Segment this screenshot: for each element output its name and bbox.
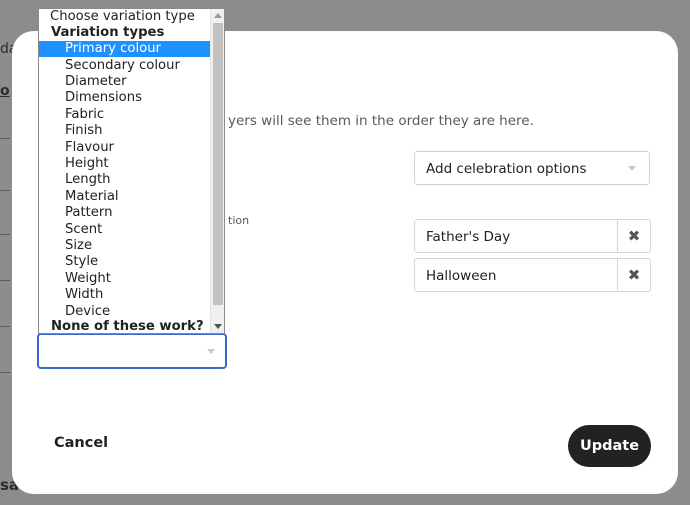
celebration-tag: Father's Day ✖ — [414, 219, 651, 253]
dropdown-option-weight[interactable]: Weight — [39, 271, 211, 287]
dropdown-option-dimensions[interactable]: Dimensions — [39, 90, 211, 106]
dropdown-option-finish[interactable]: Finish — [39, 123, 211, 139]
cancel-button[interactable]: Cancel — [54, 435, 108, 451]
close-icon[interactable]: ✖ — [618, 220, 650, 252]
background-text-fragment: o — [0, 83, 10, 99]
background-divider — [0, 280, 10, 281]
dropdown-option-size[interactable]: Size — [39, 238, 211, 254]
scroll-thumb[interactable] — [213, 23, 223, 305]
celebration-tag-label: Father's Day — [426, 229, 511, 245]
modal-hint: tion — [228, 214, 250, 227]
dropdown-footer-group[interactable]: None of these work? — [39, 319, 211, 333]
modal-description: yers will see them in the order they are… — [228, 113, 534, 129]
celebration-options-label: Add celebration options — [426, 161, 587, 177]
celebration-tag-label: Halloween — [426, 268, 497, 284]
background-divider — [0, 326, 10, 327]
dropdown-option-length[interactable]: Length — [39, 172, 211, 188]
chevron-down-icon — [628, 166, 636, 171]
dropdown-option-secondary-colour[interactable]: Secondary colour — [39, 58, 211, 74]
variation-type-dropdown[interactable]: Choose variation type Variation types Pr… — [38, 8, 225, 334]
dropdown-option-scent[interactable]: Scent — [39, 222, 211, 238]
dropdown-option-pattern[interactable]: Pattern — [39, 205, 211, 221]
variation-type-select[interactable] — [37, 333, 227, 369]
dropdown-option-material[interactable]: Material — [39, 189, 211, 205]
scroll-up-icon[interactable] — [214, 13, 222, 18]
dropdown-option-fabric[interactable]: Fabric — [39, 107, 211, 123]
scroll-down-icon[interactable] — [214, 324, 222, 329]
dropdown-scrollbar[interactable] — [210, 9, 224, 333]
celebration-options-select[interactable]: Add celebration options — [414, 151, 650, 185]
dropdown-option-flavour[interactable]: Flavour — [39, 140, 211, 156]
dropdown-option-height[interactable]: Height — [39, 156, 211, 172]
celebration-tag: Halloween ✖ — [414, 258, 651, 292]
dropdown-option-style[interactable]: Style — [39, 254, 211, 270]
close-icon[interactable]: ✖ — [618, 259, 650, 291]
dropdown-option-primary-colour[interactable]: Primary colour — [39, 41, 211, 57]
dropdown-group-label: Variation types — [51, 25, 165, 40]
dropdown-option-diameter[interactable]: Diameter — [39, 74, 211, 90]
update-button[interactable]: Update — [568, 425, 651, 467]
background-divider — [0, 190, 10, 191]
background-divider — [0, 234, 10, 235]
chevron-down-icon — [207, 349, 215, 354]
dropdown-placeholder-option[interactable]: Choose variation type — [39, 9, 211, 25]
background-divider — [0, 372, 10, 373]
dropdown-option-width[interactable]: Width — [39, 287, 211, 303]
background-divider — [0, 138, 10, 139]
dropdown-option-device[interactable]: Device — [39, 304, 211, 320]
